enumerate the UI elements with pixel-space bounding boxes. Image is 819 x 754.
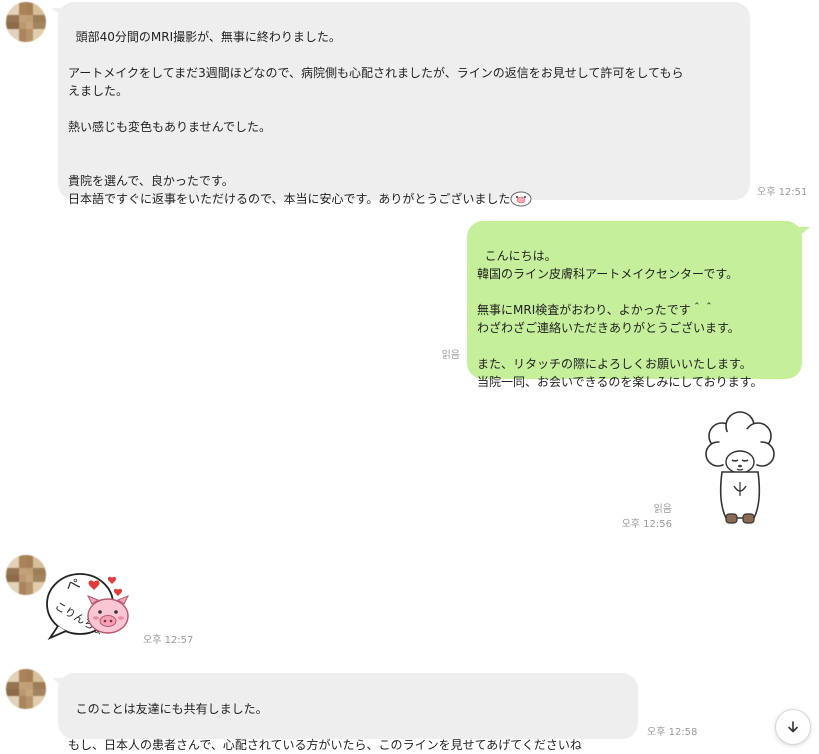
message-time: 오후 12:51 bbox=[757, 187, 808, 198]
message-bubble-received[interactable]: このことは友達にも共有しました。 もし、日本人の患者さんで、心配されている方がい… bbox=[58, 673, 638, 752]
avatar[interactable] bbox=[6, 555, 46, 595]
read-receipt: 읽음 bbox=[653, 504, 672, 515]
bowing-sheep-sticker[interactable] bbox=[700, 410, 780, 528]
message-bubble-received[interactable]: 頭部40分間のMRI撮影が、無事に終わりました。 アートメイクをしてまだ3週間ほ… bbox=[58, 2, 750, 207]
bubble-tail bbox=[798, 227, 810, 237]
arrow-down-icon bbox=[788, 721, 798, 733]
avatar[interactable] bbox=[6, 2, 46, 42]
scroll-to-bottom-button[interactable] bbox=[775, 709, 811, 745]
message-text: こんにちは。 韓国のライン皮膚科アートメイクセンターです。 無事にMRI検査がお… bbox=[477, 249, 763, 389]
pig-greeting-sticker[interactable]: ぺ こりんちょ bbox=[44, 568, 140, 642]
avatar[interactable] bbox=[6, 669, 46, 709]
message-text: 頭部40分間のMRI撮影が、無事に終わりました。 アートメイクをしてまだ3週間ほ… bbox=[68, 30, 684, 206]
read-receipt: 읽음 bbox=[441, 350, 460, 361]
message-time: 오후 12:56 bbox=[621, 519, 672, 530]
message-text: このことは友達にも共有しました。 もし、日本人の患者さんで、心配されている方がい… bbox=[68, 702, 582, 752]
pig-emoji-icon bbox=[510, 191, 532, 207]
message-time: 오후 12:58 bbox=[647, 727, 698, 738]
message-bubble-sent[interactable]: こんにちは。 韓国のライン皮膚科アートメイクセンターです。 無事にMRI検査がお… bbox=[467, 221, 802, 389]
message-time: 오후 12:57 bbox=[143, 635, 194, 646]
